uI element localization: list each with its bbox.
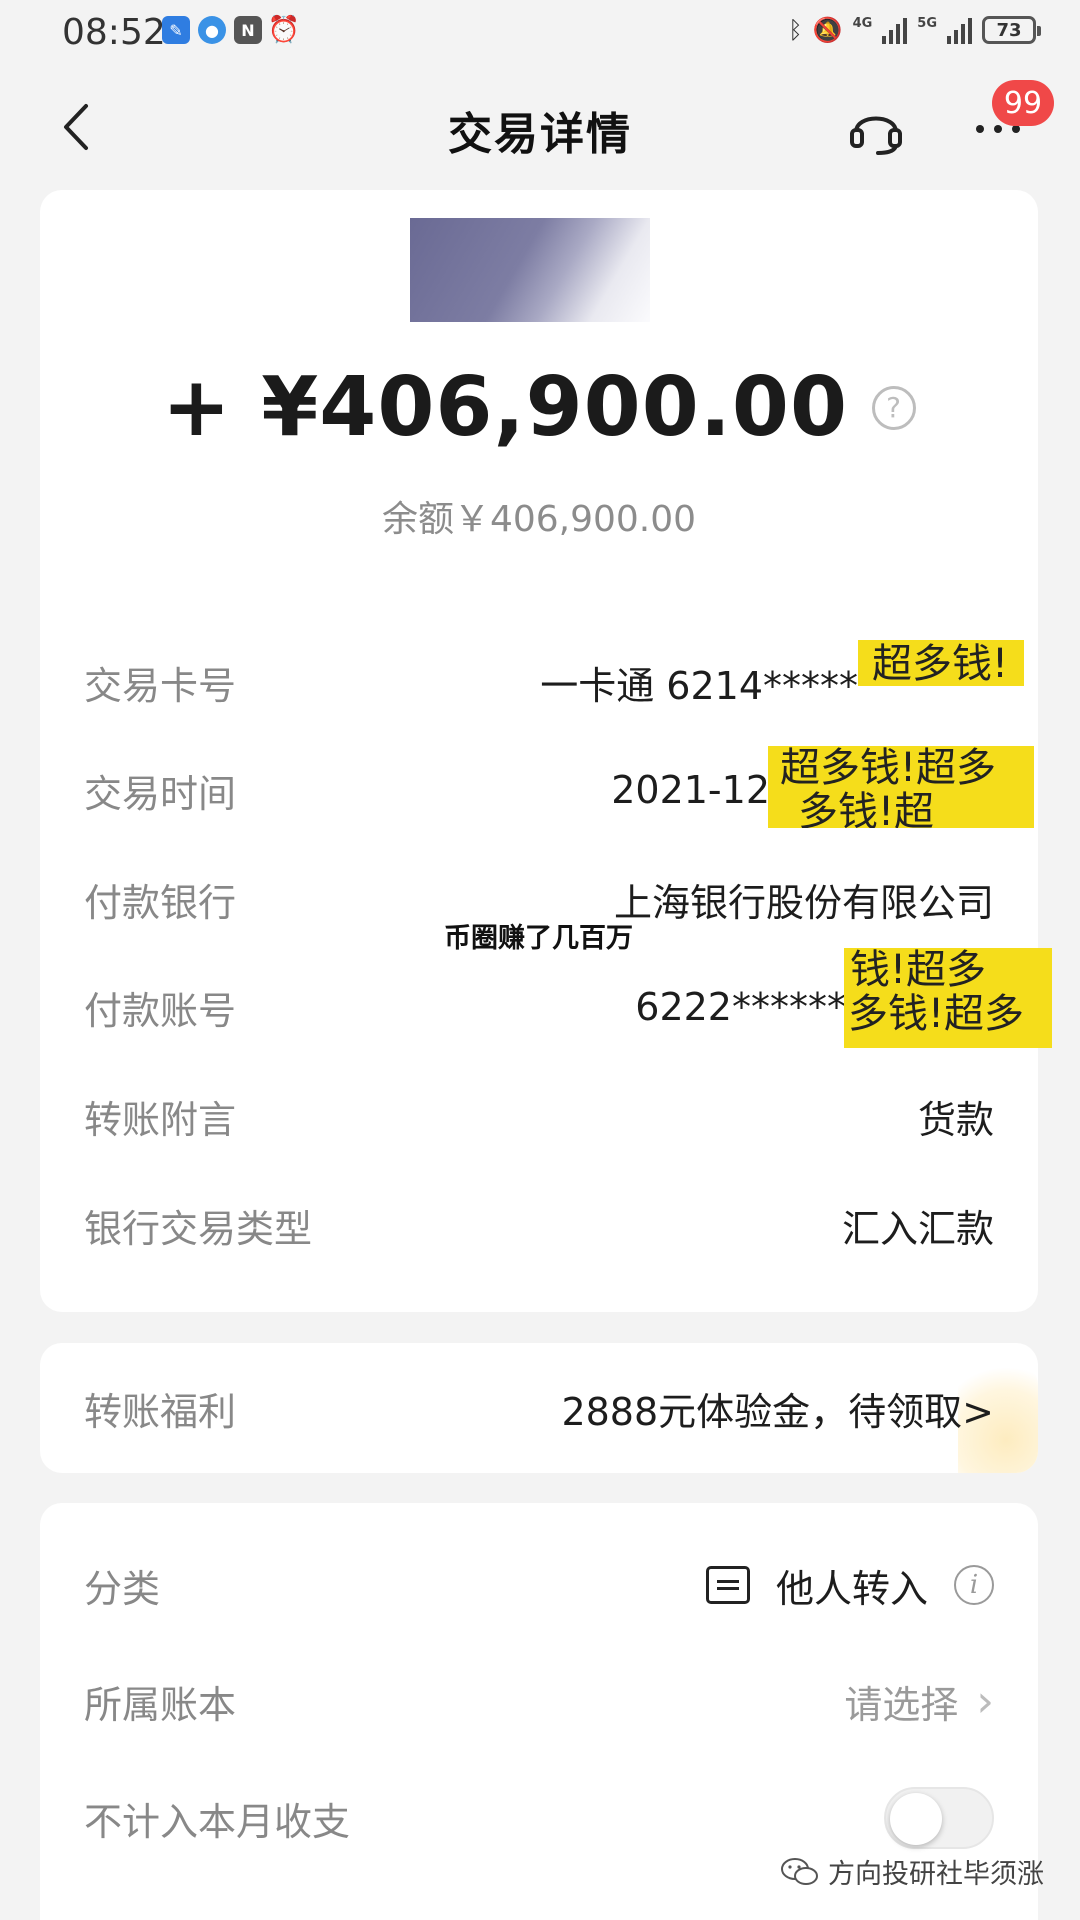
network-4g-label: 4G xyxy=(852,16,873,31)
exclude-toggle[interactable] xyxy=(884,1787,994,1849)
exclude-row: 不计入本月收支 xyxy=(84,1787,994,1849)
detail-value: 货款 xyxy=(917,1097,994,1142)
detail-row-type: 银行交易类型 汇入汇款 xyxy=(84,1195,994,1255)
signal-icon xyxy=(882,16,908,44)
detail-label: 付款银行 xyxy=(84,880,237,925)
transaction-detail-screen: 08:52 ✎ ● N ⏰ ᛒ 🔕 4G 5G 73 交易详情 99 + ¥40… xyxy=(0,0,1080,1920)
redaction-sticker: 钱!超多 多钱!超多 xyxy=(844,948,1052,1048)
customer-service-headset-icon[interactable] xyxy=(846,100,906,156)
detail-value: 上海银行股份有限公司 xyxy=(613,880,994,925)
detail-value: 一卡通 6214***** xyxy=(540,663,858,708)
detail-label: 转账附言 xyxy=(84,1097,237,1142)
category-label: 分类 xyxy=(84,1566,161,1611)
nav-bar: 交易详情 99 xyxy=(0,80,1080,170)
signal-icon xyxy=(947,16,972,44)
detail-row-memo: 转账附言 货款 xyxy=(84,1086,994,1146)
redaction-sticker: 超多钱!超多 多钱!超 xyxy=(768,746,1034,828)
bank-logo-redacted xyxy=(410,218,650,322)
browser-app-icon: ● xyxy=(198,16,226,44)
amount-display: + ¥406,900.00 ? xyxy=(40,360,1038,455)
page-title: 交易详情 xyxy=(448,109,632,160)
detail-value: 汇入汇款 xyxy=(841,1206,994,1251)
detail-label: 银行交易类型 xyxy=(84,1206,313,1251)
sticker-text: 超多钱! xyxy=(872,641,1009,686)
alarm-icon: ⏰ xyxy=(267,15,301,45)
redaction-sticker: 超多钱! xyxy=(858,640,1024,686)
wechat-icon xyxy=(781,1857,818,1885)
benefit-link[interactable]: 2888元体验金，待领取> xyxy=(561,1381,994,1436)
ledger-row[interactable]: 所属账本 请选择 › xyxy=(84,1671,994,1731)
help-question-icon[interactable]: ? xyxy=(872,385,917,430)
transfer-icon xyxy=(705,1566,750,1604)
category-value[interactable]: 他人转入 xyxy=(776,1558,928,1613)
balance-text: 余额￥406,900.00 xyxy=(381,499,697,540)
overlay-caption: 币圈赚了几百万 xyxy=(444,923,633,954)
status-system-icons: ᛒ 🔕 4G 5G 73 xyxy=(788,16,1041,44)
detail-label: 付款账号 xyxy=(84,988,237,1033)
feather-app-icon: ✎ xyxy=(162,16,190,44)
detail-value: 6222****** xyxy=(635,985,846,1029)
category-row[interactable]: 分类 他人转入 i xyxy=(84,1555,994,1615)
toggle-knob xyxy=(890,1793,942,1845)
mute-icon: 🔕 xyxy=(812,16,843,44)
detail-value: 2021-12 xyxy=(611,768,770,812)
watermark-text: 方向投研社毕须涨 xyxy=(828,1859,1044,1890)
benefit-row[interactable]: 转账福利 2888元体验金，待领取> xyxy=(84,1378,994,1438)
network-5g-label: 5G xyxy=(917,16,937,31)
notification-badge: 99 xyxy=(992,80,1054,126)
transaction-amount: + ¥406,900.00 xyxy=(161,360,849,455)
ledger-label: 所属账本 xyxy=(84,1682,237,1727)
bluetooth-icon: ᛒ xyxy=(788,16,803,44)
sticker-text: 多钱!超 xyxy=(798,789,935,828)
benefit-label: 转账福利 xyxy=(84,1389,237,1434)
sticker-text: 超多钱!超多 xyxy=(780,746,997,791)
status-notification-icons: ✎ ● N ⏰ xyxy=(162,15,301,45)
sticker-text: 多钱!超多 xyxy=(848,991,1025,1037)
status-time: 08:52 xyxy=(62,12,166,53)
watermark: 方向投研社毕须涨 xyxy=(780,1852,1044,1891)
transfer-benefit-card[interactable]: 转账福利 2888元体验金，待领取> xyxy=(40,1343,1038,1473)
nfc-icon: N xyxy=(234,16,262,44)
info-icon[interactable]: i xyxy=(954,1565,994,1605)
sticker-text: 钱!超多 xyxy=(850,948,987,993)
battery-icon: 73 xyxy=(982,16,1041,44)
chevron-right-icon: › xyxy=(976,1675,994,1727)
detail-label: 交易卡号 xyxy=(84,663,237,708)
exclude-label: 不计入本月收支 xyxy=(84,1799,351,1844)
ledger-select[interactable]: 请选择 xyxy=(844,1674,958,1729)
status-bar: 08:52 ✎ ● N ⏰ ᛒ 🔕 4G 5G 73 xyxy=(0,0,1080,70)
detail-label: 交易时间 xyxy=(84,771,237,816)
